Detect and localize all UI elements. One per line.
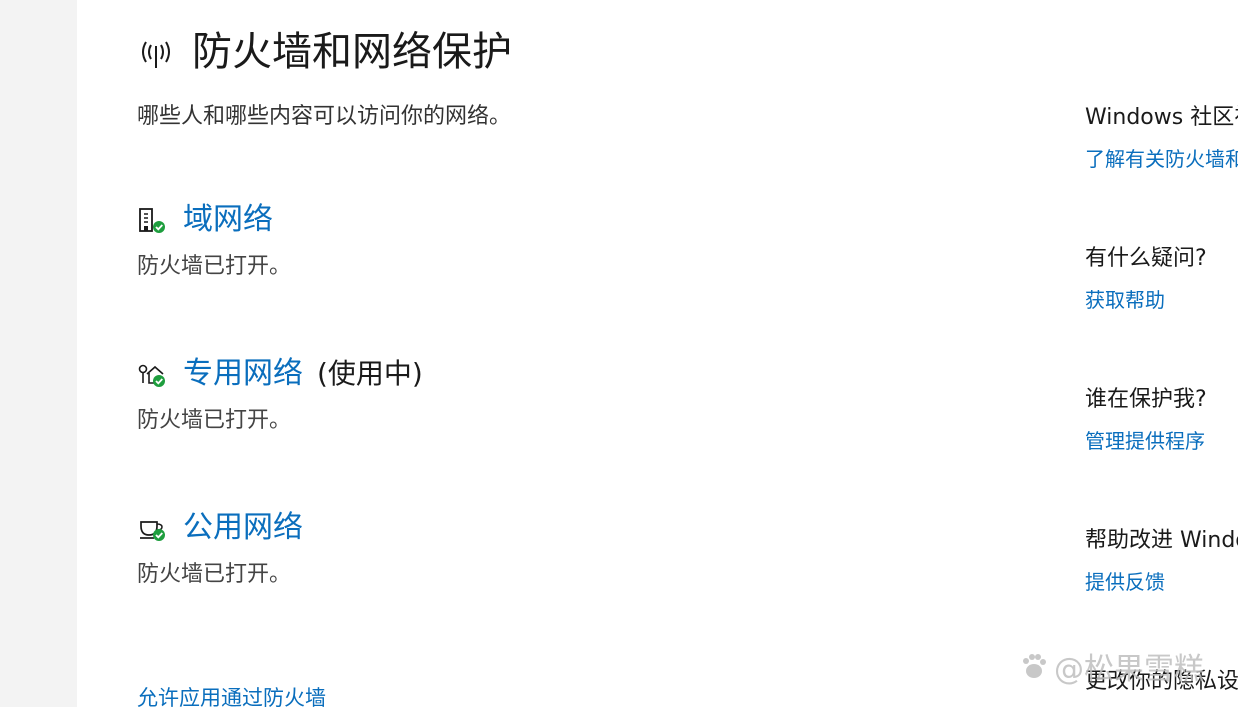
domain-network-status: 防火墙已打开。: [137, 254, 292, 279]
private-network-status: 防火墙已打开。: [137, 408, 292, 433]
side-feedback-section: 帮助改进 Windo 提供反馈: [1085, 526, 1238, 596]
public-network-status: 防火墙已打开。: [137, 562, 292, 587]
learn-more-firewall-link[interactable]: 了解有关防火墙和: [1085, 145, 1238, 173]
paw-logo-icon: [1023, 654, 1046, 678]
get-help-link[interactable]: 获取帮助: [1085, 286, 1238, 314]
page-title: 防火墙和网络保护: [192, 29, 512, 75]
domain-network-icon: [137, 205, 167, 235]
private-network-link[interactable]: 专用网络: [183, 354, 303, 394]
public-network-link[interactable]: 公用网络: [183, 508, 303, 548]
firewall-page: 防火墙和网络保护 哪些人和哪些内容可以访问你的网络。 域网络 防火墙已打开。 专…: [0, 0, 1238, 707]
side-privacy-section: 更改你的隐私设: [1085, 667, 1238, 697]
private-network-in-use: (使用中): [317, 357, 423, 390]
side-protection-section: 谁在保护我? 管理提供程序: [1085, 385, 1238, 455]
side-privacy-title: 更改你的隐私设: [1085, 669, 1238, 694]
side-protection-title: 谁在保护我?: [1085, 387, 1207, 412]
page-header: 防火墙和网络保护: [136, 26, 512, 78]
allow-app-through-firewall-link[interactable]: 允许应用通过防火墙: [137, 682, 326, 707]
public-network-section: 公用网络 防火墙已打开。: [137, 508, 303, 588]
private-network-section: 专用网络 (使用中) 防火墙已打开。: [137, 354, 423, 434]
domain-network-link[interactable]: 域网络: [183, 200, 273, 240]
domain-network-section: 域网络 防火墙已打开。: [137, 200, 291, 280]
give-feedback-link[interactable]: 提供反馈: [1085, 568, 1238, 596]
side-feedback-title: 帮助改进 Windo: [1085, 528, 1238, 553]
antenna-icon: [136, 32, 176, 72]
public-network-icon: [137, 513, 167, 543]
side-help-section: 有什么疑问? 获取帮助: [1085, 244, 1238, 314]
private-network-icon: [137, 359, 167, 389]
side-help-title: 有什么疑问?: [1085, 246, 1207, 271]
side-community-section: Windows 社区视 了解有关防火墙和: [1085, 103, 1238, 173]
side-community-title: Windows 社区视: [1085, 105, 1238, 130]
manage-providers-link[interactable]: 管理提供程序: [1085, 427, 1238, 455]
nav-pane: [0, 0, 77, 707]
page-subtitle: 哪些人和哪些内容可以访问你的网络。: [137, 104, 512, 129]
